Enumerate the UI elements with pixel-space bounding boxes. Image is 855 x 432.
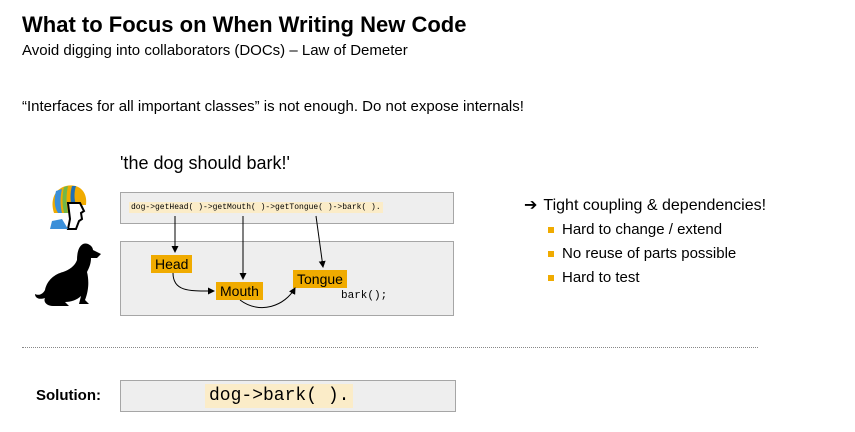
bark-call: bark(); (341, 290, 388, 302)
dog-quote: 'the dog should bark!' (120, 153, 290, 173)
method-chain-code: dog->getHead( )->getMouth( )->getTongue(… (129, 202, 383, 213)
node-mouth: Mouth (216, 282, 263, 300)
bullet-square-icon (548, 227, 554, 233)
list-item: No reuse of parts possible (548, 245, 736, 269)
object-graph-box: Head Mouth Tongue bark(); (120, 241, 454, 316)
list-item: Hard to change / extend (548, 221, 736, 245)
node-tongue: Tongue (293, 270, 347, 288)
solution-label: Solution: (36, 387, 101, 404)
dog-silhouette-icon (35, 243, 101, 306)
method-chain-box: dog->getHead( )->getMouth( )->getTongue(… (120, 192, 454, 224)
key-statement: “Interfaces for all important classes” i… (22, 98, 524, 115)
consequence-text: Tight coupling & dependencies! (543, 197, 767, 214)
slide-title: What to Focus on When Writing New Code (22, 12, 467, 37)
consequence-list: Hard to change / extend No reuse of part… (548, 221, 736, 293)
right-arrow-icon: ➔ (524, 197, 538, 214)
developer-head-icon (50, 185, 87, 230)
section-divider (22, 347, 758, 348)
list-item: Hard to test (548, 269, 736, 293)
slide-subtitle: Avoid digging into collaborators (DOCs) … (22, 42, 408, 59)
bullet-square-icon (548, 275, 554, 281)
consequence-heading: ➔ Tight coupling & dependencies! (524, 195, 766, 215)
node-head: Head (151, 255, 193, 273)
bullet-square-icon (548, 251, 554, 257)
solution-box: dog->bark( ). (120, 380, 456, 412)
solution-code: dog->bark( ). (205, 384, 354, 408)
